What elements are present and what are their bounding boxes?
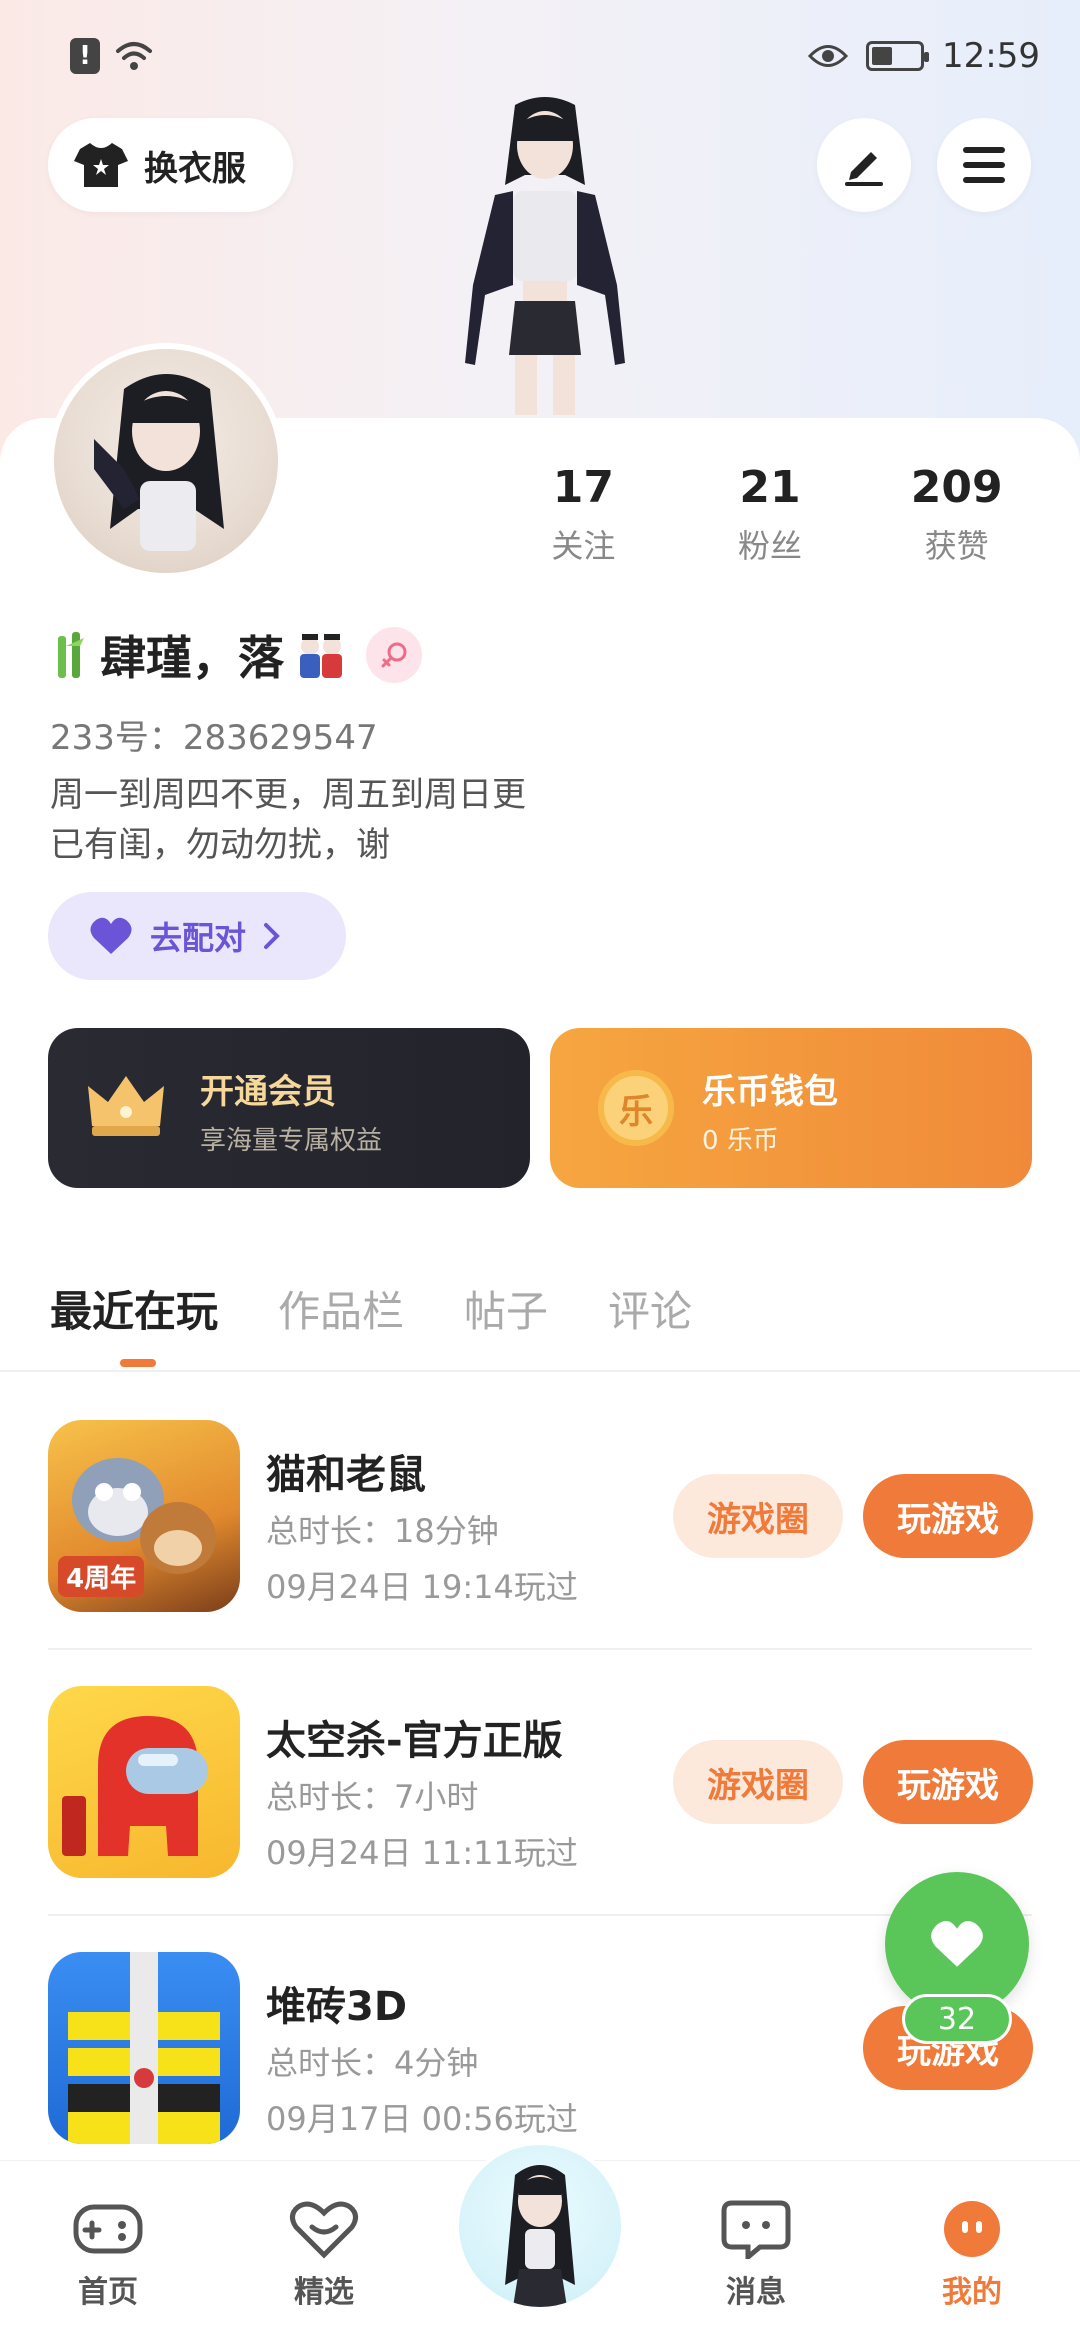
stat-label: 关注: [551, 527, 616, 565]
match-button[interactable]: 去配对: [48, 892, 346, 980]
followers-stat[interactable]: 21 粉丝: [677, 462, 864, 567]
game-last-played: 09月24日 11:11玩过: [266, 1834, 578, 1872]
profile-stats: 17 关注 21 粉丝 209 获赞: [490, 462, 1050, 567]
game-circle-button[interactable]: 游戏圈: [673, 1740, 843, 1824]
stat-value: 21: [739, 462, 801, 513]
game-item-tom-jerry[interactable]: 4周年 猫和老鼠 总时长：18分钟 09月24日 19:14玩过 游戏圈 玩游戏: [48, 1420, 1033, 1685]
game-last-played: 09月17日 00:56玩过: [266, 2100, 578, 2138]
game-duration: 总时长：18分钟: [266, 1512, 499, 1550]
eye-icon: [808, 45, 849, 67]
nav-label: 消息: [726, 2275, 786, 2310]
game-name: 太空杀-官方正版: [266, 1718, 563, 1764]
wifi-icon: [116, 42, 152, 70]
tabs-divider: [0, 1370, 1080, 1372]
game-name: 堆砖3D: [266, 1984, 408, 2030]
tab-recent-play[interactable]: 最近在玩: [50, 1278, 218, 1339]
nav-label: 首页: [78, 2275, 138, 2310]
avatar-3d-figure: [435, 95, 655, 415]
gamepad-icon: [73, 2204, 143, 2254]
vip-card[interactable]: 开通会员 享海量专属权益: [48, 1028, 530, 1188]
nav-home[interactable]: 首页: [38, 2199, 178, 2311]
game-item-space-kill[interactable]: 太空杀-官方正版 总时长：7小时 09月24日 11:11玩过 游戏圈 玩游戏: [48, 1686, 1033, 1951]
dolls-emoji-icon: [300, 634, 342, 678]
shirt-icon: [74, 143, 128, 187]
alert-icon: !: [70, 38, 100, 74]
game-circle-button[interactable]: 游戏圈: [673, 1474, 843, 1558]
wallet-card[interactable]: 乐 乐币钱包 0 乐币: [550, 1028, 1032, 1188]
nav-featured[interactable]: 精选: [254, 2199, 394, 2311]
game-last-played: 09月24日 19:14玩过: [266, 1568, 578, 1606]
vip-title: 开通会员: [200, 1072, 336, 1112]
chevron-right-icon: [264, 923, 280, 949]
list-divider: [48, 1648, 1032, 1650]
chat-bubble-icon: [721, 2200, 791, 2263]
tab-posts[interactable]: 帖子: [464, 1278, 548, 1339]
tab-works[interactable]: 作品栏: [278, 1278, 404, 1339]
game-duration: 总时长：4分钟: [266, 2044, 479, 2082]
status-time: 12:59: [942, 36, 1040, 76]
match-label: 去配对: [150, 919, 247, 957]
game-icon-tom-jerry: 4周年: [48, 1420, 240, 1612]
vip-subtitle: 享海量专属权益: [200, 1126, 383, 1156]
coin-icon: 乐: [598, 1070, 674, 1146]
likes-stat[interactable]: 209 获赞: [863, 462, 1050, 567]
bamboo-emoji-icon: [58, 632, 84, 678]
stat-value: 17: [552, 462, 614, 513]
game-icon-space-kill: [48, 1686, 240, 1878]
list-divider: [48, 1914, 1032, 1916]
play-game-button[interactable]: 玩游戏: [863, 1474, 1033, 1558]
heart-icon: [931, 1920, 983, 1967]
hamburger-menu-icon: [963, 147, 1005, 183]
coin-icon-label: 乐: [619, 1091, 653, 1132]
nav-label: 我的: [942, 2275, 1002, 2310]
user-id: 233号：283629547: [50, 718, 378, 758]
bottom-navigation: 首页 精选 消息 我的: [0, 2141, 1080, 2340]
nav-messages[interactable]: 消息: [686, 2199, 826, 2311]
avatar[interactable]: [48, 343, 284, 579]
bio: 周一到周四不更，周五到周日更 已有闺，勿动勿扰，谢: [50, 770, 526, 870]
wallet-balance: 0 乐币: [702, 1126, 779, 1156]
username-row: 肆瑾，落: [50, 622, 422, 688]
bio-line: 周一到周四不更，周五到周日更: [50, 775, 526, 815]
profile-face-icon: [944, 2201, 1000, 2257]
profile-tabs: 最近在玩 作品栏 帖子 评论: [50, 1278, 752, 1339]
username: 肆瑾，落: [100, 631, 284, 685]
game-name: 猫和老鼠: [266, 1452, 426, 1498]
game-icon-stack-3d: [48, 1952, 240, 2144]
following-stat[interactable]: 17 关注: [490, 462, 677, 567]
game-duration: 总时长：7小时: [266, 1778, 479, 1816]
nav-me[interactable]: 我的: [902, 2199, 1042, 2311]
nav-label: 精选: [294, 2275, 354, 2310]
tab-active-indicator: [120, 1359, 156, 1367]
menu-button[interactable]: [937, 118, 1031, 212]
wallet-title: 乐币钱包: [702, 1072, 838, 1112]
edit-button[interactable]: [817, 118, 911, 212]
stat-label: 获赞: [924, 527, 989, 565]
edit-pen-icon: [845, 152, 883, 186]
crown-icon: [88, 1076, 164, 1136]
stat-label: 粉丝: [738, 527, 803, 565]
play-game-button[interactable]: 玩游戏: [863, 1740, 1033, 1824]
change-outfit-label: 换衣服: [144, 148, 246, 189]
like-count-badge: 32: [902, 1994, 1012, 2044]
battery-icon: [866, 41, 930, 71]
game-icon-badge: 4周年: [58, 1556, 145, 1597]
nav-center-avatar[interactable]: [455, 2141, 625, 2311]
heart-gem-icon: [290, 2201, 358, 2259]
bio-line: 已有闺，勿动勿扰，谢: [50, 825, 390, 865]
tab-comments[interactable]: 评论: [608, 1278, 692, 1339]
stat-value: 209: [910, 462, 1003, 513]
change-outfit-button[interactable]: 换衣服: [48, 118, 293, 212]
female-gender-badge: [366, 627, 422, 683]
female-icon: [381, 642, 407, 668]
heart-icon: [90, 917, 132, 954]
